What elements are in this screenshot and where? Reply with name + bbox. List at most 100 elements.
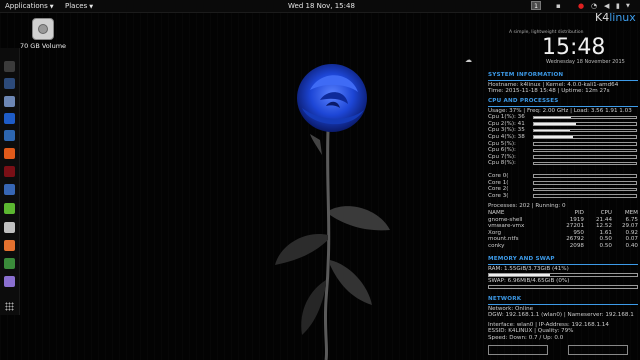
maltego-icon[interactable] xyxy=(4,130,15,141)
faraday-icon[interactable] xyxy=(4,184,15,195)
rose-image xyxy=(275,64,390,360)
leafpad-icon[interactable] xyxy=(4,203,15,214)
table-row: Xorg 950 1.61 0.92 xyxy=(488,230,638,237)
usage-bar-fill xyxy=(534,136,573,138)
burpsuite-icon[interactable] xyxy=(4,148,15,159)
places-menu-label: Places xyxy=(65,2,88,10)
process-table: NAME PID CPU MEM gnome-shell 1919 21.44 6.75 vmw… xyxy=(488,210,638,250)
system-menu-arrow-icon[interactable]: ▼ xyxy=(626,1,630,11)
app-icon[interactable] xyxy=(4,222,15,233)
time-text: Time: 2015-11-18 15:48 | Uptime: 12m 27s xyxy=(488,88,610,95)
table-cell: 0.92 xyxy=(625,229,638,236)
network-status-text: Network: Online xyxy=(488,305,534,312)
table-row: vmware-vmx 27201 12.52 29.07 xyxy=(488,223,638,230)
table-cell: 1.61 xyxy=(599,229,612,236)
cpu-row: Cpu 2(%): 41 xyxy=(488,121,638,128)
hostname-text: Hostname: k4linux | Kernel: 4.0.0-kali1-… xyxy=(488,81,619,88)
cpu-row-label: Core 3( xyxy=(488,192,509,199)
armitage-icon[interactable] xyxy=(4,166,15,177)
battery-icon[interactable]: ▮ xyxy=(616,1,620,11)
wifi-icon[interactable]: ◔ xyxy=(591,1,597,11)
table-cell: CPU xyxy=(600,209,612,216)
cpu-row-label: Core 0( xyxy=(488,172,509,179)
table-header: NAME PID CPU MEM xyxy=(488,210,638,217)
interface-line: Interface: wlan0 | IP-Address: 192.168.1… xyxy=(488,322,638,329)
folder-icon[interactable] xyxy=(4,96,15,107)
network-status-line: Network: Online xyxy=(488,306,638,313)
download-graph xyxy=(488,345,548,355)
usage-bar xyxy=(533,128,637,133)
applications-menu-label: Applications xyxy=(5,2,48,10)
hostname-line: Hostname: k4linux | Kernel: 4.0.0-kali1-… xyxy=(488,82,638,89)
speed-text: Speed: Down: 0.7 / Up: 0.0 xyxy=(488,334,564,341)
workspace-indicator[interactable]: 1 xyxy=(531,1,541,10)
weather-cloud-icon: ☁ xyxy=(465,56,472,64)
speed-line: Speed: Down: 0.7 / Up: 0.0 xyxy=(488,335,638,342)
cpu-bars: Cpu 1(%): 36 Cpu 2(%): 41 Cpu 3(%): 35 Cpu … xyxy=(488,114,638,167)
essid-line: ESSID: K4LINUX | Quality: 79% xyxy=(488,328,638,335)
app-icon[interactable] xyxy=(4,276,15,287)
section-header: SYSTEM INFORMATION xyxy=(488,72,638,81)
network-section: NETWORK Network: Online DGW: 192.168.1.1… xyxy=(488,296,638,342)
memory-section: MEMORY AND SWAP RAM: 1.55GiB/3.73GiB (41… xyxy=(488,256,638,290)
recordmydesktop-icon[interactable] xyxy=(4,240,15,251)
usage-bar xyxy=(533,148,637,153)
cpu-row-label: Core 1( xyxy=(488,179,509,186)
network-graphs xyxy=(488,345,638,355)
upload-graph xyxy=(568,345,628,355)
volume-icon[interactable]: ◀ xyxy=(604,1,609,11)
cpu-row: Cpu 5(%): xyxy=(488,141,638,148)
processes-text: Processes: 202 | Running: 0 xyxy=(488,203,566,210)
table-cell: 26792 xyxy=(566,236,584,243)
conky-clock: 15:48 xyxy=(542,35,606,60)
cpu-row-label: Cpu 5(%): xyxy=(488,140,516,147)
table-cell: NAME xyxy=(488,209,505,216)
table-cell: 2098 xyxy=(569,242,584,249)
cpu-row: Core 3( xyxy=(488,193,638,200)
swap-bar xyxy=(488,284,638,289)
desktop-icon-volume[interactable]: 70 GB Volume xyxy=(18,18,68,50)
drive-icon xyxy=(32,18,54,40)
usage-bar-fill xyxy=(534,129,570,132)
system-info-section: SYSTEM INFORMATION Hostname: k4linux | K… xyxy=(488,72,638,95)
table-row: conky 2098 0.50 0.40 xyxy=(488,243,638,250)
usage-bar xyxy=(533,122,637,126)
table-cell: conky xyxy=(488,242,505,249)
table-cell: MEM xyxy=(624,209,638,216)
panel-clock[interactable]: Wed 18 Nov, 15:48 xyxy=(288,0,355,12)
cpu-usage-text: Usage: 37% | Freq: 2.00 GHz | Load: 3.56… xyxy=(488,107,632,114)
usage-bar xyxy=(533,194,637,198)
metasploit-icon[interactable] xyxy=(4,113,15,124)
cpu-row: Core 0( xyxy=(488,173,638,180)
brand-logo-k4: K4 xyxy=(595,11,610,24)
usage-bar xyxy=(533,161,637,166)
places-menu[interactable]: Places ▼ xyxy=(65,0,93,13)
cpu-usage-line: Usage: 37% | Freq: 2.00 GHz | Load: 3.56… xyxy=(488,108,638,115)
record-icon[interactable]: ● xyxy=(578,1,584,11)
table-cell: gnome-shell xyxy=(488,216,523,223)
cpu-row: Cpu 7(%): xyxy=(488,154,638,161)
file-manager-icon[interactable] xyxy=(4,78,15,89)
keyboard-icon[interactable]: ▪ xyxy=(556,1,561,11)
cpu-section: CPU AND PROCESSES Usage: 37% | Freq: 2.0… xyxy=(488,98,638,249)
favorites-dock xyxy=(0,48,20,315)
section-header: MEMORY AND SWAP xyxy=(488,256,638,265)
table-cell: vmware-vmx xyxy=(488,223,525,230)
time-line: Time: 2015-11-18 15:48 | Uptime: 12m 27s xyxy=(488,88,638,95)
interface-text: Interface: wlan0 | IP-Address: 192.168.1… xyxy=(488,321,609,328)
conky-date: Wednesday 18 November 2015 xyxy=(546,59,625,65)
cpu-row: Cpu 4(%): 38 xyxy=(488,134,638,141)
applications-menu[interactable]: Applications ▼ xyxy=(5,0,54,13)
cpu-row: Core 2( xyxy=(488,186,638,193)
usage-bar xyxy=(533,142,637,146)
image-viewer-icon[interactable] xyxy=(4,258,15,269)
dgw-text: DGW: 192.168.1.1 (wlan0) | Nameserver: 1… xyxy=(488,312,634,319)
ram-bar xyxy=(488,272,638,277)
usage-bar xyxy=(533,155,637,159)
cpu-row-label: Core 2( xyxy=(488,186,509,193)
table-cell: 6.75 xyxy=(625,216,638,223)
usage-bar xyxy=(533,187,637,192)
show-apps-grid-icon[interactable] xyxy=(5,302,14,311)
terminal-icon[interactable] xyxy=(4,61,15,72)
cpu-row-label: Cpu 4(%): 38 xyxy=(488,133,525,140)
